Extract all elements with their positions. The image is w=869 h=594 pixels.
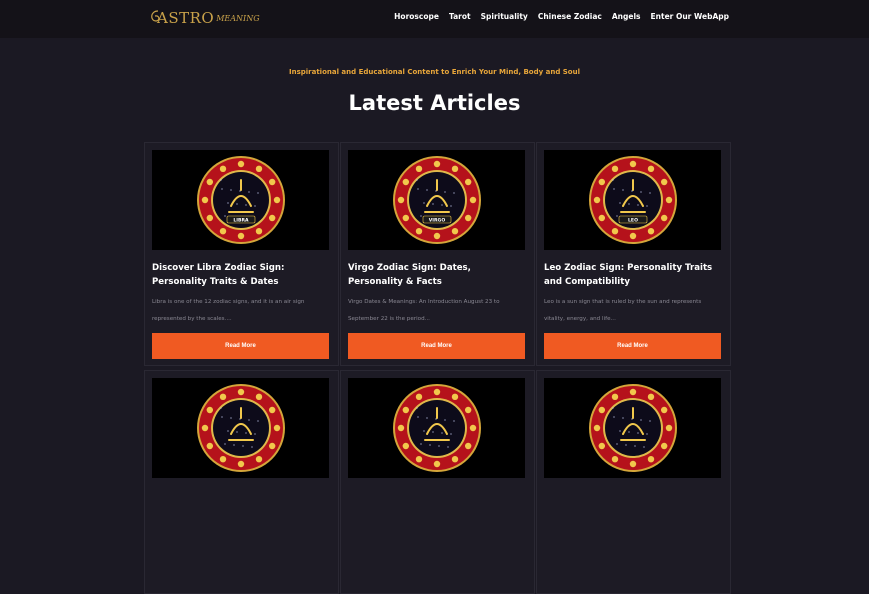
virgo-medallion-icon: VIRGO [392, 156, 481, 244]
scorpio-medallion-icon [196, 384, 285, 472]
read-more-button[interactable]: Read More [152, 333, 329, 359]
sign-badge-label: LIBRA [233, 217, 249, 223]
article-card [144, 370, 339, 594]
article-excerpt: Libra is one of the 12 zodiac signs, and… [152, 299, 305, 322]
top-navbar: ASTRO MEANING Horoscope Tarot Spirituali… [0, 0, 869, 38]
nav-spirituality[interactable]: Spirituality [481, 12, 528, 21]
nav-chinese-zodiac[interactable]: Chinese Zodiac [538, 12, 602, 21]
article-thumbnail[interactable]: LIBRA [152, 150, 329, 250]
gemini-medallion-icon [588, 384, 677, 472]
read-more-button[interactable]: Read More [348, 333, 525, 359]
article-thumbnail[interactable]: LEO [544, 150, 721, 250]
sign-badge-label: LEO [628, 217, 638, 223]
nav-tarot[interactable]: Tarot [449, 12, 471, 21]
nav-angels[interactable]: Angels [612, 12, 641, 21]
article-thumbnail[interactable]: VIRGO [348, 150, 525, 250]
articles-grid: LIBRA Discover Libra Zodiac Sign: Person… [144, 142, 731, 594]
tagline: Inspirational and Educational Content to… [288, 68, 581, 76]
page-title: Latest Articles [348, 91, 521, 115]
article-card [536, 370, 731, 594]
nav-horoscope[interactable]: Horoscope [394, 12, 439, 21]
sign-badge-label: VIRGO [428, 217, 445, 223]
article-card: LEO Leo Zodiac Sign: Personality Traits … [536, 142, 731, 366]
nav-webapp[interactable]: Enter Our WebApp [651, 12, 729, 21]
logo-text: ASTRO [157, 9, 215, 27]
article-thumbnail[interactable] [348, 378, 525, 478]
read-more-button[interactable]: Read More [544, 333, 721, 359]
article-title[interactable]: Virgo Zodiac Sign: Dates, Personality & … [348, 261, 528, 289]
logo-subtext: MEANING [216, 13, 260, 23]
article-title[interactable]: Leo Zodiac Sign: Personality Traits and … [544, 261, 724, 289]
site-logo[interactable]: ASTRO MEANING [148, 5, 260, 31]
logo-swirl-icon [151, 10, 160, 22]
article-card [340, 370, 535, 594]
article-thumbnail[interactable] [152, 378, 329, 478]
article-thumbnail[interactable] [544, 378, 721, 478]
leo-medallion-icon: LEO [588, 156, 677, 244]
article-card: LIBRA Discover Libra Zodiac Sign: Person… [144, 142, 339, 366]
libra-medallion-icon: LIBRA [196, 156, 285, 244]
aries-medallion-icon [392, 384, 481, 472]
article-title[interactable]: Discover Libra Zodiac Sign: Personality … [152, 261, 332, 289]
article-excerpt: Virgo Dates & Meanings: An Introduction … [348, 299, 500, 322]
article-card: VIRGO Virgo Zodiac Sign: Dates, Personal… [340, 142, 535, 366]
main-nav: Horoscope Tarot Spirituality Chinese Zod… [394, 12, 729, 21]
article-excerpt: Leo is a sun sign that is ruled by the s… [544, 299, 702, 322]
